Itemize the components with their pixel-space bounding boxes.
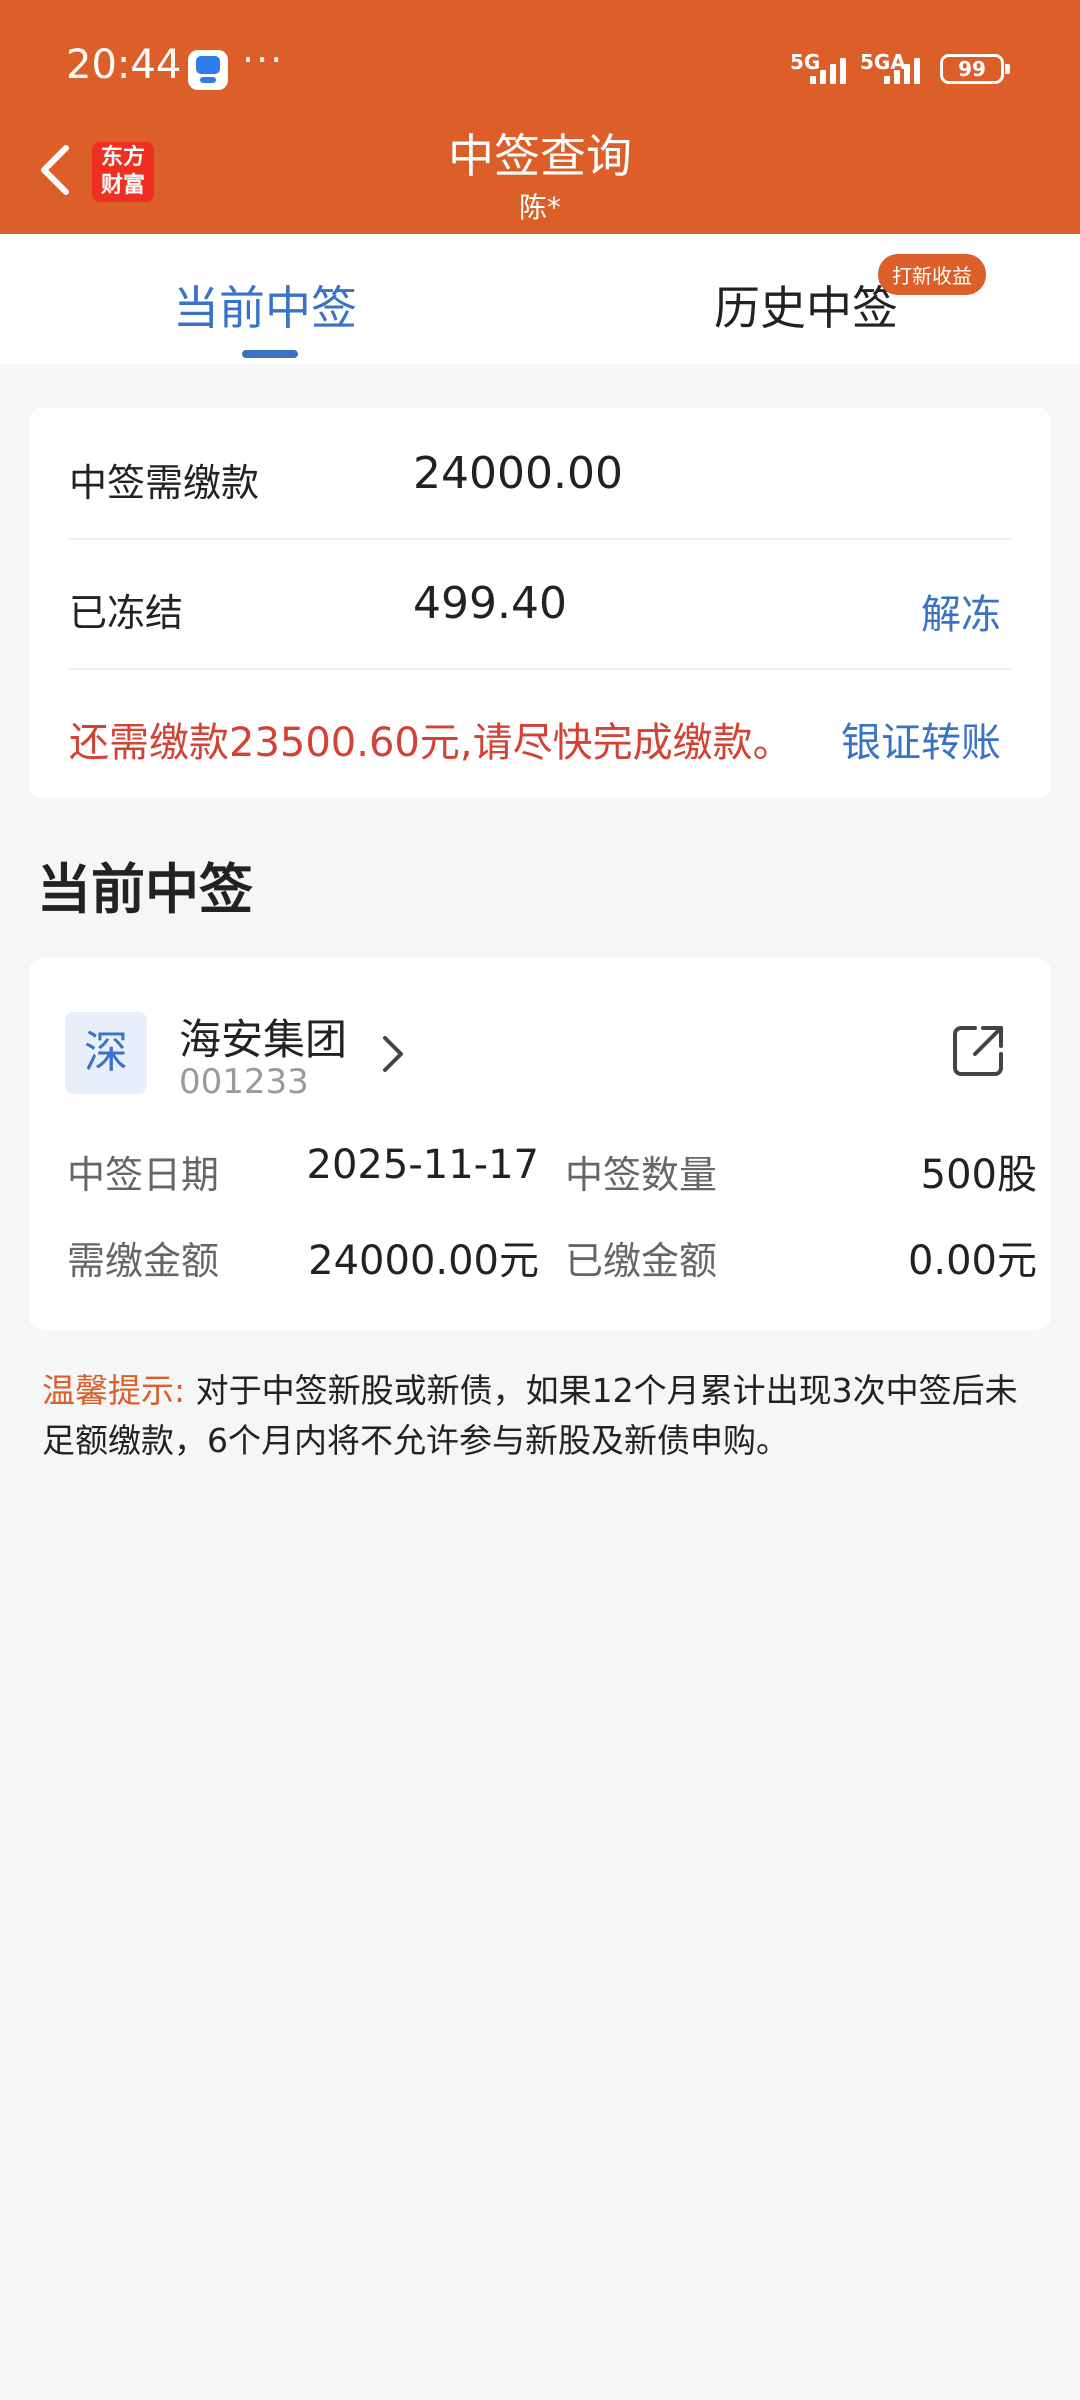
battery-icon: 99: [940, 54, 1010, 84]
more-notifications-icon: ···: [242, 38, 285, 82]
market-badge: 深: [65, 1012, 147, 1094]
divider: [69, 538, 1011, 540]
frozen-value: 499.40: [413, 578, 567, 629]
active-tab-indicator: [242, 350, 298, 358]
section-title: 当前中签: [37, 858, 253, 921]
allotment-qty-value: 500股: [920, 1152, 1037, 1198]
payable-amount-label: 需缴金额: [67, 1239, 220, 1283]
allotment-qty-label: 中签数量: [565, 1153, 718, 1197]
payable-label: 中签需缴款: [69, 461, 260, 505]
stock-code: 001233: [179, 1062, 309, 1102]
ipo-earnings-badge[interactable]: 打新收益: [878, 254, 986, 295]
paid-amount-value: 0.00元: [907, 1238, 1037, 1284]
external-link-icon[interactable]: [949, 1022, 1007, 1080]
page-title: 中签查询: [448, 129, 632, 183]
tip-label: 温馨提示:: [42, 1371, 186, 1410]
payment-summary-card: 中签需缴款 24000.00 已冻结 499.40 解冻 还需缴款23500.6…: [29, 408, 1051, 798]
allotment-date-label: 中签日期: [67, 1153, 220, 1197]
unfreeze-link[interactable]: 解冻: [921, 582, 1001, 640]
tab-bar: 当前中签 历史中签 打新收益: [0, 234, 1080, 364]
account-name: 陈*: [518, 191, 561, 224]
signal-icon: [810, 56, 854, 84]
tab-current-allotment[interactable]: 当前中签: [173, 272, 357, 338]
tab-history-allotment[interactable]: 历史中签: [714, 272, 898, 338]
payable-value: 24000.00: [413, 448, 623, 499]
frozen-label: 已冻结: [69, 591, 184, 635]
payment-warning-text: 还需缴款23500.60元,请尽快完成缴款。: [69, 720, 793, 766]
divider: [69, 668, 1011, 670]
tip-text: 对于中签新股或新债，如果12个月累计出现3次中签后未足额缴款，6个月内将不允许参…: [42, 1371, 1018, 1460]
app-header: 20:44 ··· 5G 5GA 99 东方 财富 中签查询 陈*: [0, 0, 1080, 234]
payable-amount-value: 24000.00元: [308, 1238, 539, 1284]
signal-icon-2: [884, 56, 928, 84]
warm-tip: 温馨提示: 对于中签新股或新债，如果12个月累计出现3次中签后未足额缴款，6个月…: [42, 1366, 1042, 1466]
paid-amount-label: 已缴金额: [565, 1239, 718, 1283]
stock-name[interactable]: 海安集团: [179, 1006, 347, 1067]
notification-app-icon: [188, 50, 228, 90]
allotment-stock-card[interactable]: 深 海安集团 001233 中签日期 2025-11-17 中签数量 500股 …: [29, 958, 1051, 1330]
status-time: 20:44: [66, 42, 182, 88]
allotment-date-value: 2025-11-17: [306, 1142, 539, 1188]
bank-transfer-link[interactable]: 银证转账: [841, 710, 1001, 768]
chevron-right-icon[interactable]: [375, 1030, 411, 1078]
